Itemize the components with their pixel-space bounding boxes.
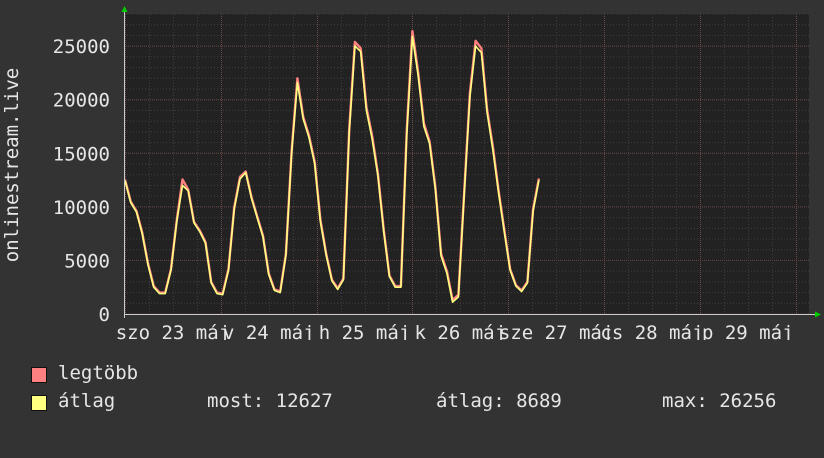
y-tick-label: 0 <box>99 304 110 326</box>
x-tick-label: h 25 máj <box>319 322 411 340</box>
y-tick-label: 5000 <box>64 250 110 272</box>
y-tick-label: 15000 <box>53 143 110 165</box>
x-tick-label: k 26 máj <box>415 322 507 340</box>
stat-max: max: 26256 <box>662 390 777 412</box>
y-axis-arrow <box>121 6 128 12</box>
x-tick-label: v 24 máj <box>223 322 315 340</box>
legend-max-label: legtöbb <box>58 362 139 384</box>
x-tick-label: sze 27 máj <box>499 322 613 340</box>
avg-swatch <box>31 395 47 411</box>
y-tick-label: 20000 <box>53 90 110 112</box>
max-swatch <box>31 367 47 383</box>
x-axis-arrow <box>815 311 821 318</box>
x-tick-label: szo 23 máj <box>116 322 230 340</box>
x-tick-label: cs 28 máj <box>600 322 703 340</box>
x-tick-label: p 29 máj <box>702 322 794 340</box>
legend-item-avg: átlag <box>31 390 115 458</box>
y-tick-label: 25000 <box>53 36 110 58</box>
y-axis-label: onlinestream.live <box>1 68 23 262</box>
stat-avg: átlag: 8689 <box>436 390 562 412</box>
stat-now: most: 12627 <box>207 390 333 412</box>
y-tick-label: 10000 <box>53 197 110 219</box>
chart: 0 5000 10000 15000 20000 25000 szo 23 májv 24 … <box>1 6 821 340</box>
legend-avg-label: átlag <box>58 390 116 412</box>
